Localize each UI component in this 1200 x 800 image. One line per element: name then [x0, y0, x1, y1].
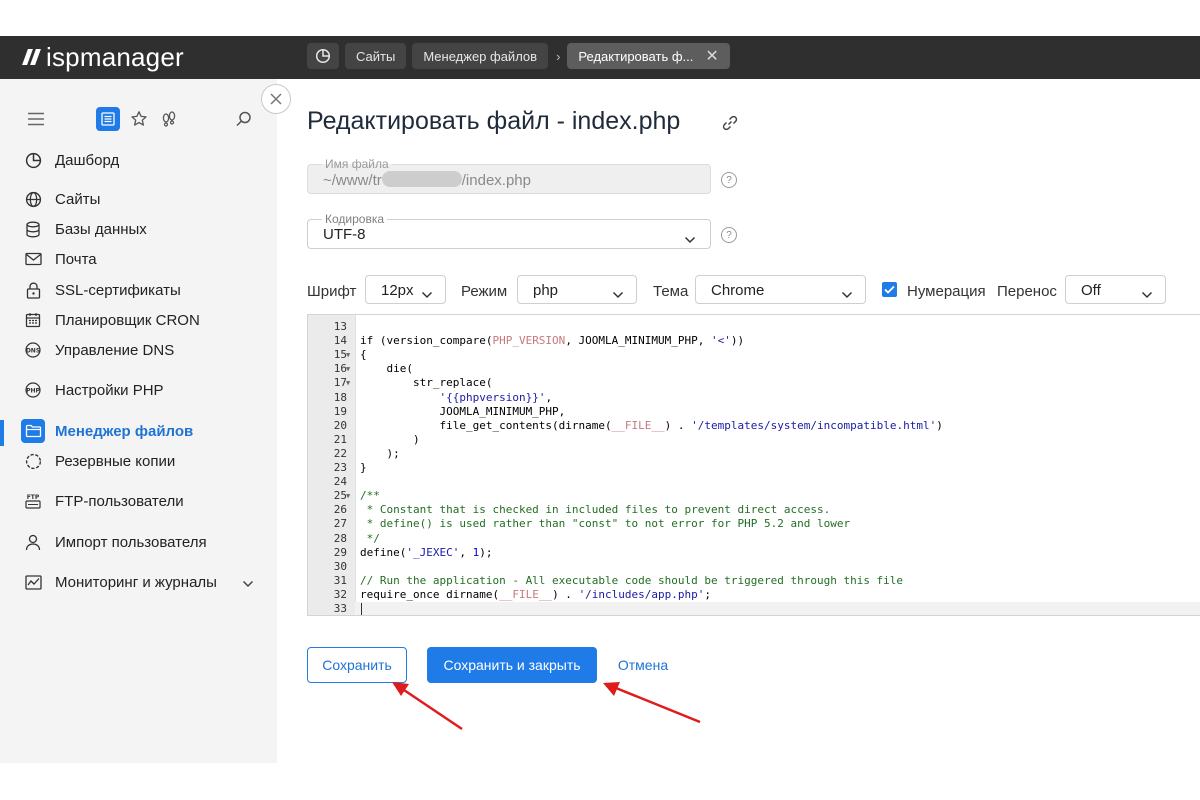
annotation-arrows	[392, 682, 701, 731]
annotation-arrow-save	[392, 682, 463, 731]
annotation-arrow-save-close	[603, 682, 701, 724]
